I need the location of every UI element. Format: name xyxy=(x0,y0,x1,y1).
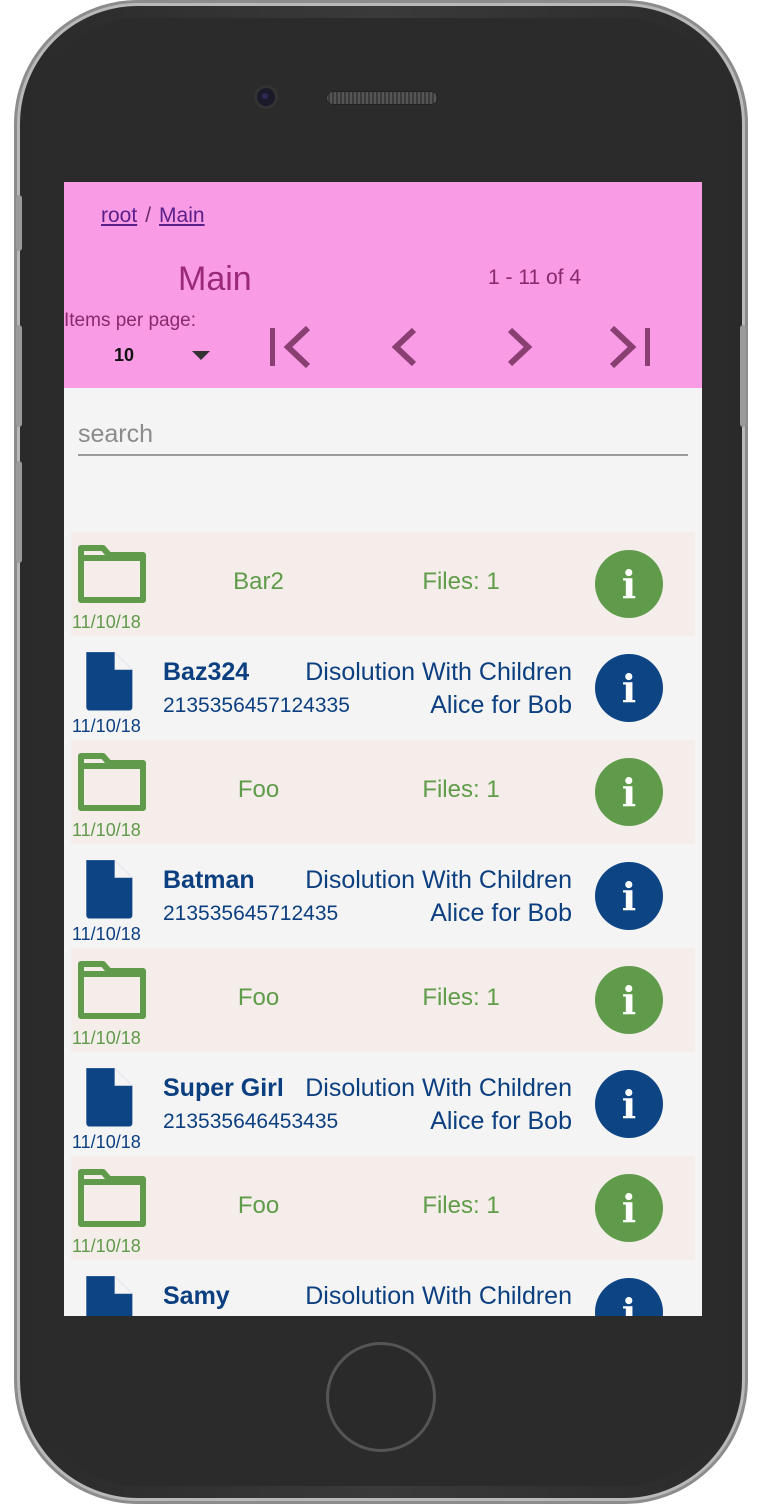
document-icon xyxy=(86,860,133,919)
dropdown-arrow-icon xyxy=(192,351,210,360)
breadcrumb-separator: / xyxy=(145,204,152,227)
case-type: Disolution With Children xyxy=(305,1282,572,1310)
chevron-left-icon xyxy=(391,327,417,367)
list-item-file[interactable]: Samy Disolution With Children i xyxy=(71,1260,695,1316)
case-parties: Alice for Bob xyxy=(430,691,572,719)
last-page-button[interactable] xyxy=(600,322,660,372)
page-title: Main xyxy=(178,260,252,298)
case-parties: Alice for Bob xyxy=(430,1107,572,1135)
front-camera xyxy=(257,88,275,106)
paginator-range: 1 - 11 of 4 xyxy=(488,266,582,289)
list-item-folder[interactable]: 11/10/18 Foo Files: 1 i xyxy=(71,1156,695,1260)
items-per-page-select[interactable]: 10 xyxy=(114,342,214,370)
document-icon xyxy=(86,1276,133,1316)
info-button[interactable]: i xyxy=(595,1070,663,1138)
folder-file-count: Files: 1 xyxy=(422,776,500,803)
case-number: 2135356457124335 xyxy=(163,694,350,717)
search-input[interactable] xyxy=(78,414,688,456)
case-type: Disolution With Children xyxy=(305,866,572,894)
breadcrumb: root / Main xyxy=(101,204,205,228)
file-name: Baz324 xyxy=(163,658,250,686)
item-date: 11/10/18 xyxy=(72,924,141,944)
volume-up-button xyxy=(16,325,22,427)
last-page-icon xyxy=(609,325,650,369)
item-date: 11/10/18 xyxy=(72,1236,141,1256)
item-date: 11/10/18 xyxy=(72,1132,141,1152)
case-number: 213535646453435 xyxy=(163,1110,339,1133)
info-button[interactable]: i xyxy=(595,1174,663,1242)
item-date: 11/10/18 xyxy=(72,820,141,840)
list-item-file[interactable]: 11/10/18 Batman 213535645712435 Disoluti… xyxy=(71,844,695,948)
item-date: 11/10/18 xyxy=(72,612,141,632)
file-name: Super Girl xyxy=(163,1074,284,1102)
folder-name: Foo xyxy=(237,984,280,1011)
info-button[interactable]: i xyxy=(595,1278,663,1316)
items-per-page-value: 10 xyxy=(114,345,135,365)
earpiece-speaker xyxy=(326,91,438,105)
info-icon: i xyxy=(621,561,637,607)
breadcrumb-main[interactable]: Main xyxy=(159,204,205,227)
first-page-icon xyxy=(270,325,311,369)
list-item-file[interactable]: 11/10/18 Super Girl 213535646453435 Diso… xyxy=(71,1052,695,1156)
folder-outline-icon xyxy=(78,961,146,1019)
first-page-button[interactable] xyxy=(262,322,322,372)
power-button xyxy=(740,325,746,427)
chevron-right-icon xyxy=(507,327,533,367)
folder-file-count: Files: 1 xyxy=(422,1192,500,1219)
info-button[interactable]: i xyxy=(595,550,663,618)
info-icon: i xyxy=(621,665,637,711)
info-button[interactable]: i xyxy=(595,654,663,722)
info-button[interactable]: i xyxy=(595,758,663,826)
folder-file-count: Files: 1 xyxy=(422,984,500,1011)
folder-outline-icon xyxy=(78,545,146,603)
case-parties: Alice for Bob xyxy=(430,899,572,927)
file-name: Batman xyxy=(163,866,255,894)
info-button[interactable]: i xyxy=(595,862,663,930)
app-header: root / Main Main 1 - 11 of 4 Items per pag… xyxy=(64,182,702,388)
folder-outline-icon xyxy=(78,1169,146,1227)
info-button[interactable]: i xyxy=(595,966,663,1034)
item-date: 11/10/18 xyxy=(72,716,141,736)
folder-name: Foo xyxy=(237,776,280,803)
folder-name: Foo xyxy=(237,1192,280,1219)
file-list: 11/10/18 Bar2 Files: 1 i 11/10/18 Baz324… xyxy=(71,532,695,1316)
breadcrumb-root[interactable]: root xyxy=(101,204,137,227)
case-number: 213535645712435 xyxy=(163,902,339,925)
case-type: Disolution With Children xyxy=(305,1074,572,1102)
document-icon xyxy=(86,652,133,711)
info-icon: i xyxy=(621,977,637,1023)
folder-outline-icon xyxy=(78,753,146,811)
list-item-folder[interactable]: 11/10/18 Bar2 Files: 1 i xyxy=(71,532,695,636)
app-screen: root / Main Main 1 - 11 of 4 Items per pag… xyxy=(64,182,702,1316)
info-icon: i xyxy=(621,1081,637,1127)
side-button xyxy=(16,195,22,251)
search-field xyxy=(78,404,688,466)
previous-page-button[interactable] xyxy=(376,322,436,372)
item-date: 11/10/18 xyxy=(72,1028,141,1048)
list-item-folder[interactable]: 11/10/18 Foo Files: 1 i xyxy=(71,740,695,844)
list-item-folder[interactable]: 11/10/18 Foo Files: 1 i xyxy=(71,948,695,1052)
info-icon: i xyxy=(621,1289,637,1317)
volume-down-button xyxy=(16,461,22,563)
case-type: Disolution With Children xyxy=(305,658,572,686)
items-per-page-label: Items per page: xyxy=(64,310,197,331)
list-item-file[interactable]: 11/10/18 Baz324 2135356457124335 Disolut… xyxy=(71,636,695,740)
info-icon: i xyxy=(621,769,637,815)
folder-name: Bar2 xyxy=(233,568,284,595)
document-icon xyxy=(86,1068,133,1127)
info-icon: i xyxy=(621,873,637,919)
file-name: Samy xyxy=(163,1282,230,1310)
next-page-button[interactable] xyxy=(488,322,548,372)
info-icon: i xyxy=(621,1185,637,1231)
home-button[interactable] xyxy=(326,1342,436,1452)
folder-file-count: Files: 1 xyxy=(422,568,500,595)
